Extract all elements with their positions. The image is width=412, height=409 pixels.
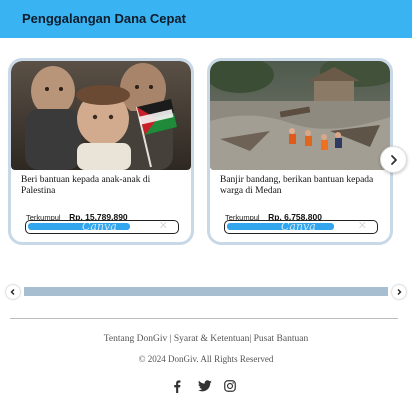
footer-divider <box>10 318 398 319</box>
instagram-link[interactable] <box>222 378 238 394</box>
close-icon: ✕ <box>158 220 168 232</box>
facebook-icon <box>174 379 181 393</box>
watermark-text: Canva <box>82 220 117 233</box>
campaign-title[interactable]: Banjir bandang, berikan bantuan kepada w… <box>220 175 382 196</box>
campaign-image[interactable] <box>210 61 390 170</box>
scroll-right-button[interactable] <box>392 285 406 299</box>
scroll-left-button[interactable] <box>6 285 20 299</box>
campaign-card[interactable]: Beri bantuan kepada anak-anak di Palesti… <box>8 58 194 245</box>
campaign-title[interactable]: Beri bantuan kepada anak-anak di Palesti… <box>21 175 183 196</box>
twitter-icon <box>198 380 212 392</box>
campaign-image[interactable] <box>11 61 191 170</box>
progress-bar: Canva ✕ <box>25 220 179 234</box>
top-header: Penggalangan Dana Cepat <box>0 0 412 38</box>
instagram-icon <box>224 380 236 392</box>
footer-links[interactable]: Tentang DonGiv | Syarat & Ketentuan| Pus… <box>0 334 412 344</box>
facebook-link[interactable] <box>169 378 185 394</box>
carousel-next-button[interactable] <box>380 146 407 173</box>
horizontal-scrollbar[interactable] <box>24 287 388 296</box>
caret-right-icon <box>397 289 402 295</box>
watermark-text: Canva <box>281 220 316 233</box>
progress-bar: Canva ✕ <box>224 220 378 234</box>
twitter-link[interactable] <box>197 378 213 394</box>
chevron-right-icon <box>390 154 397 165</box>
close-icon: ✕ <box>357 220 367 232</box>
copyright-text: © 2024 DonGiv. All Rights Reserved <box>138 354 274 364</box>
caret-left-icon <box>10 289 15 295</box>
page-title: Penggalangan Dana Cepat <box>22 11 186 26</box>
campaign-card[interactable]: Banjir bandang, berikan bantuan kepada w… <box>207 58 393 245</box>
